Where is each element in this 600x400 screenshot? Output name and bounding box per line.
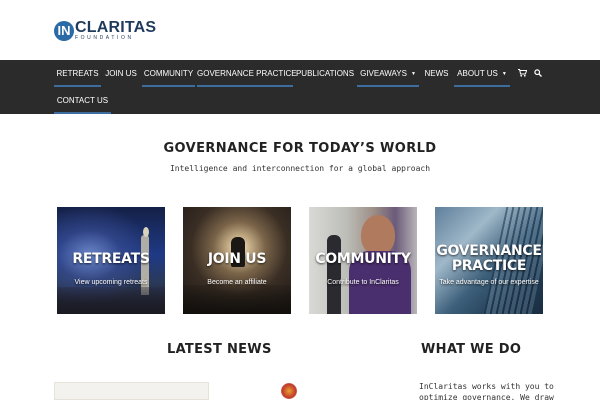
- nav-item-publications[interactable]: Publications: [295, 60, 355, 87]
- ground-shape: [57, 287, 165, 314]
- nav-item-label: Community: [143, 69, 194, 78]
- tile-subtitle: Contribute to InClaritas: [327, 279, 399, 286]
- latest-news-heading: LATEST NEWS: [167, 342, 272, 357]
- nav-underline: [54, 112, 111, 114]
- nav-item-label: Publications: [295, 69, 355, 78]
- nav-item-news[interactable]: News: [421, 60, 452, 87]
- site-header: IN CLARITAS FOUNDATION: [0, 0, 600, 60]
- nav-item-join-us[interactable]: Join Us: [102, 60, 140, 87]
- cart-icon[interactable]: [518, 60, 528, 87]
- tile-title: JOIN US: [207, 251, 267, 267]
- site-logo[interactable]: IN CLARITAS FOUNDATION: [54, 18, 156, 44]
- news-logo-shape: [281, 383, 297, 399]
- tile-join-us[interactable]: JOIN US Become an affiliate: [183, 207, 291, 314]
- nav-item-giveaways[interactable]: Giveaways ▼: [357, 60, 419, 87]
- logo-emblem: IN: [54, 21, 74, 41]
- tile-title: RETREATS: [72, 251, 150, 267]
- what-we-do-text-line: optimize governance. We draw on: [419, 393, 554, 400]
- logo-wordmark: CLARITAS FOUNDATION: [75, 20, 156, 42]
- nav-item-contact-us[interactable]: Contact Us: [54, 87, 111, 114]
- tile-retreats[interactable]: RETREATS View upcoming retreats: [57, 207, 165, 314]
- nav-underline: [454, 85, 510, 87]
- nav-item-about-us[interactable]: About Us ▼: [454, 60, 510, 87]
- search-icon[interactable]: [534, 60, 542, 87]
- what-we-do-text: InClaritas works with you to optimize go…: [419, 381, 559, 400]
- hero-title: GOVERNANCE FOR TODAY’S WORLD: [163, 141, 437, 156]
- nav-item-label: News: [424, 69, 449, 78]
- ground-shape: [183, 285, 291, 314]
- tile-title: GOVERNANCE: [436, 243, 542, 259]
- portrait-face-shape: [361, 215, 395, 255]
- tile-title: COMMUNITY: [315, 251, 411, 267]
- nav-underline: [357, 85, 419, 87]
- tile-subtitle: View upcoming retreats: [74, 279, 148, 286]
- nav-item-retreats[interactable]: Retreats: [54, 60, 101, 87]
- chevron-down-icon: ▼: [410, 71, 416, 77]
- logo-subtitle: FOUNDATION: [75, 35, 134, 41]
- nav-item-label: Contact Us: [56, 96, 109, 105]
- statue-head-shape: [143, 227, 149, 237]
- chevron-down-icon: ▼: [501, 71, 507, 77]
- nav-underline: [142, 85, 195, 87]
- logo-name: CLARITAS: [75, 19, 157, 36]
- nav-item-label: Retreats: [56, 69, 99, 78]
- tile-title-line2: PRACTICE: [451, 258, 527, 274]
- what-we-do-text-line: InClaritas works with you to: [419, 382, 554, 391]
- nav-item-governance-practice[interactable]: Governance Practice: [197, 60, 297, 87]
- nav-item-community[interactable]: Community: [142, 60, 195, 87]
- tile-subtitle: Become an affiliate: [207, 279, 267, 286]
- nav-item-label: Join Us: [105, 69, 137, 78]
- news-thumbnail[interactable]: [54, 382, 209, 400]
- nav-item-label: About Us: [457, 69, 498, 78]
- main-navigation: Retreats Join Us Community Governance Pr…: [0, 60, 600, 114]
- tile-governance-practice[interactable]: GOVERNANCE PRACTICE Take advantage of ou…: [435, 207, 543, 314]
- tile-subtitle: Take advantage of our expertise: [439, 279, 539, 286]
- nav-underline: [197, 85, 293, 87]
- nav-item-label: Giveaways: [360, 69, 407, 78]
- news-thumbnail[interactable]: [222, 382, 372, 400]
- nav-item-label: Governance Practice: [197, 69, 297, 78]
- what-we-do-heading: WHAT WE DO: [421, 342, 522, 357]
- person-shape: [327, 235, 341, 314]
- hero-subtitle: Intelligence and interconnection for a g…: [169, 164, 431, 173]
- tile-community[interactable]: COMMUNITY Contribute to InClaritas: [309, 207, 417, 314]
